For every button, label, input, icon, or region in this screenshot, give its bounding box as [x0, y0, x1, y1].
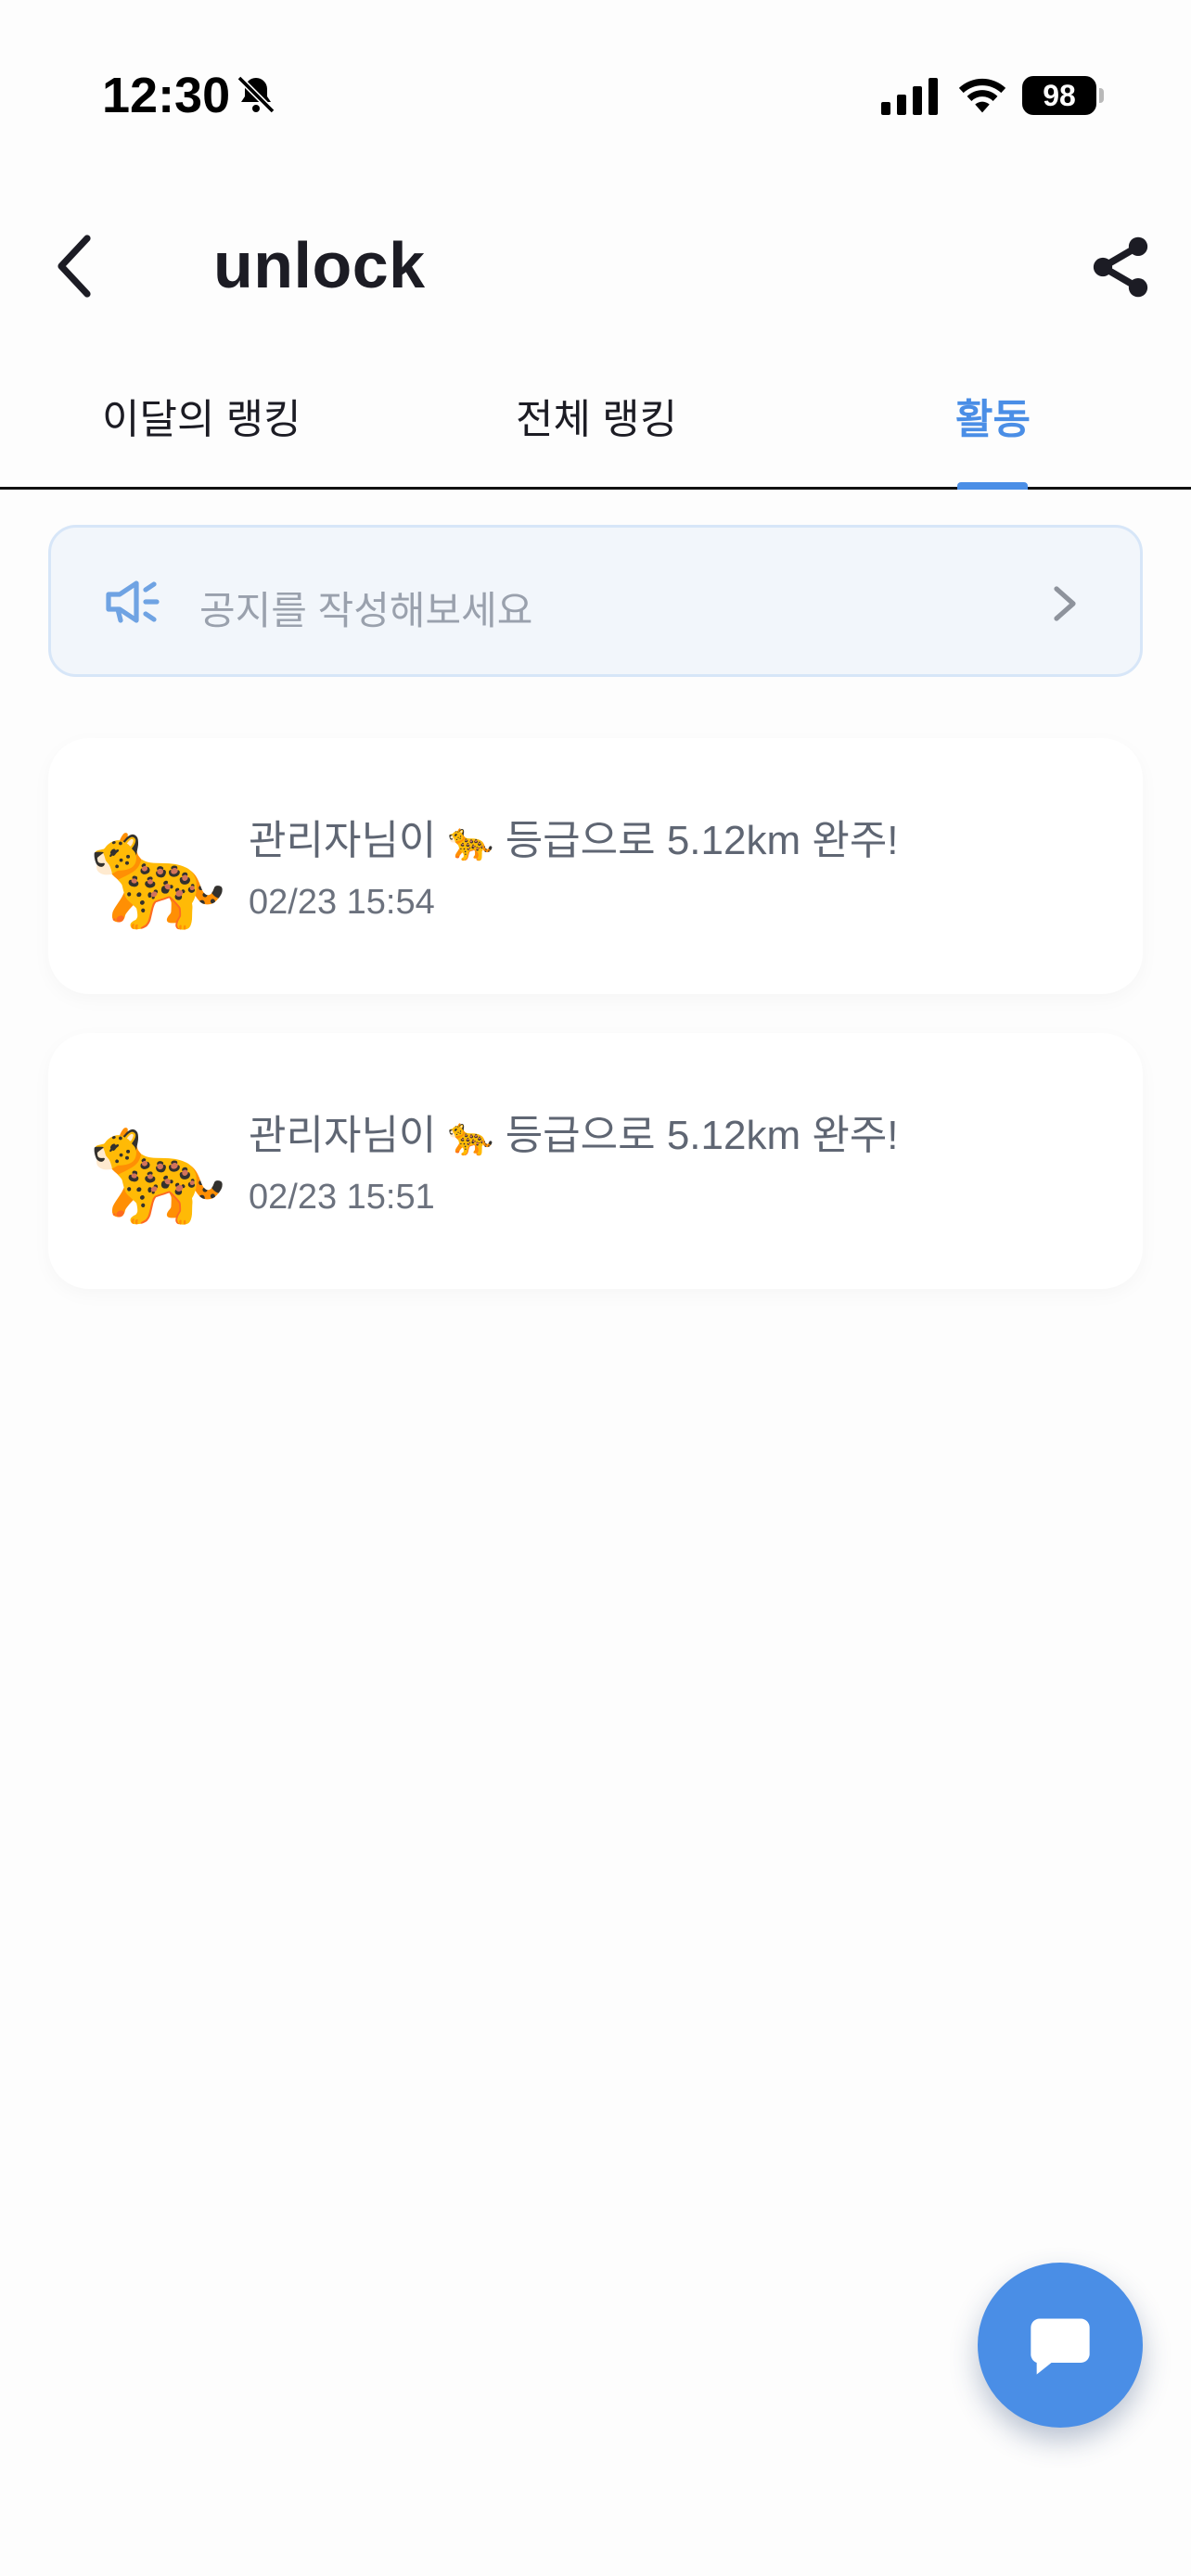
activity-message-suffix: 등급으로 5.12km 완주!: [505, 818, 899, 863]
tab-activity[interactable]: 활동: [955, 386, 1031, 445]
grade-emoji: 🐆: [447, 1116, 494, 1157]
notice-compose-button[interactable]: 공지를 작성해보세요: [48, 525, 1143, 677]
activity-time: 02/23 15:54: [249, 883, 435, 922]
wifi-icon: [958, 78, 1006, 113]
chevron-left-icon: [58, 235, 91, 298]
screen: 12:30 98 unlock 이달의 랭킹 전체 랭킹 활동 공지를 작성해보…: [0, 0, 1191, 2576]
activity-message-prefix: 관리자님이: [249, 1113, 437, 1158]
activity-card: 🐆 관리자님이 🐆 등급으로 5.12km 완주! 02/23 15:51: [48, 1033, 1143, 1289]
activity-message: 관리자님이 🐆 등급으로 5.12km 완주!: [249, 807, 899, 866]
chat-button[interactable]: [978, 2263, 1143, 2428]
leopard-avatar: 🐆: [89, 810, 228, 934]
activity-message-suffix: 등급으로 5.12km 완주!: [505, 1113, 899, 1158]
active-tab-indicator: [957, 482, 1028, 490]
battery-cap: [1099, 88, 1104, 103]
battery-level: 98: [1022, 76, 1096, 115]
activity-time: 02/23 15:51: [249, 1178, 435, 1217]
tab-overall-ranking[interactable]: 전체 랭킹: [516, 386, 677, 445]
chat-bubble-icon: [1031, 2318, 1090, 2375]
grade-emoji: 🐆: [447, 822, 494, 862]
activity-message-prefix: 관리자님이: [249, 818, 437, 863]
tab-monthly-ranking[interactable]: 이달의 랭킹: [102, 386, 301, 445]
megaphone-icon: [106, 580, 160, 623]
activity-message: 관리자님이 🐆 등급으로 5.12km 완주!: [249, 1102, 899, 1161]
tab-bar: 이달의 랭킹 전체 랭킹 활동: [0, 352, 1191, 490]
notice-placeholder: 공지를 작성해보세요: [199, 589, 533, 632]
page-title: unlock: [213, 229, 426, 301]
status-time: 12:30: [102, 68, 231, 123]
cellular-signal-icon: [881, 78, 938, 115]
leopard-avatar: 🐆: [89, 1104, 228, 1229]
header: unlock: [0, 204, 1191, 334]
bell-slash-icon: [237, 75, 275, 114]
activity-card: 🐆 관리자님이 🐆 등급으로 5.12km 완주! 02/23 15:54: [48, 738, 1143, 994]
status-bar: 12:30 98: [0, 0, 1191, 158]
share-icon[interactable]: [1085, 232, 1156, 302]
back-button[interactable]: [52, 224, 119, 308]
chevron-right-icon: [1054, 586, 1076, 621]
